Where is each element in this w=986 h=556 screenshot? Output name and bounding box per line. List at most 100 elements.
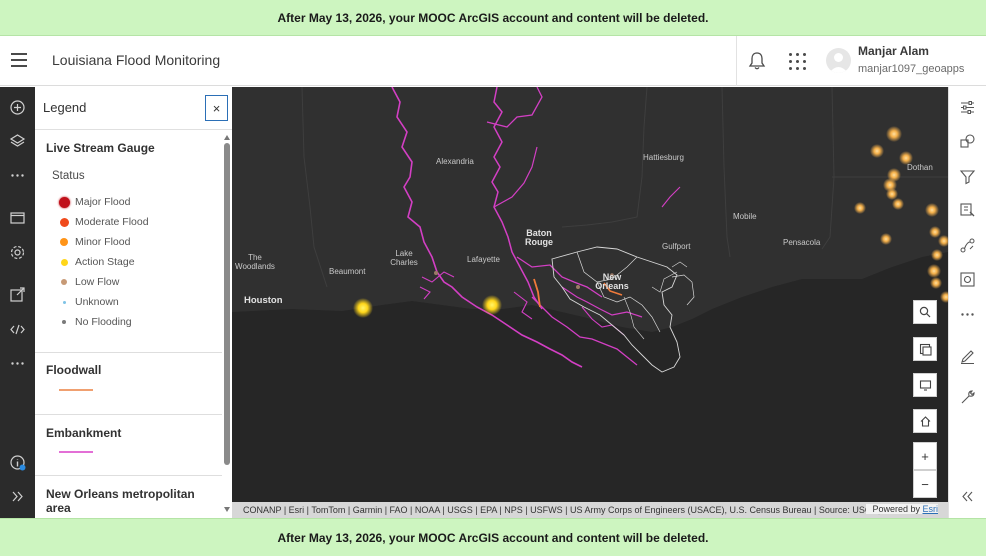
- basemap-gallery-icon: [919, 343, 932, 356]
- legend-scrollbar[interactable]: [222, 131, 232, 518]
- esri-link[interactable]: Esri: [923, 504, 939, 514]
- collapse-panel-icon[interactable]: [959, 488, 976, 505]
- fullscreen-button[interactable]: [913, 373, 937, 397]
- home-icon: [920, 415, 930, 427]
- basemap-gallery-button[interactable]: [913, 337, 937, 361]
- map-attribution: CONANP | Esri | TomTom | Garmin | FAO | …: [232, 502, 948, 518]
- layers-icon[interactable]: [9, 133, 26, 150]
- legend-header: Legend ×: [35, 87, 232, 130]
- legend-field-label: Status: [52, 170, 85, 182]
- legend-item: Low Flow: [57, 275, 119, 289]
- legend-item-label: Unknown: [75, 296, 119, 308]
- legend-section-title: Embankment: [46, 426, 122, 440]
- legend-section-title: New Orleans metropolitan area: [46, 487, 195, 515]
- legend-panel: Legend × Live Stream Gauge Status Major …: [35, 87, 232, 518]
- legend-item: Major Flood: [57, 195, 130, 209]
- map-label-the-woodlands: The Woodlands: [235, 253, 275, 271]
- legend-divider: [35, 414, 222, 415]
- avatar[interactable]: [826, 48, 851, 73]
- settings-gear-icon[interactable]: [9, 244, 26, 261]
- banner-text: After May 13, 2026, your MOOC ArcGIS acc…: [277, 10, 709, 25]
- menu-icon[interactable]: [11, 53, 27, 67]
- scroll-thumb[interactable]: [224, 143, 230, 465]
- legend-item-label: Action Stage: [75, 256, 135, 268]
- left-action-bar: [0, 87, 35, 518]
- folder-icon[interactable]: [9, 209, 26, 226]
- legend-item: No Flooding: [57, 315, 132, 329]
- legend-item: Action Stage: [57, 255, 135, 269]
- more-tools-icon[interactable]: [959, 306, 976, 323]
- no-flooding-symbol-icon: [57, 315, 71, 329]
- header-divider: [736, 36, 737, 86]
- legend-section-title: Live Stream Gauge: [46, 141, 155, 155]
- map-label-gulfport: Gulfport: [662, 242, 691, 251]
- legend-item: Unknown: [57, 295, 119, 309]
- app-header: Louisiana Flood Monitoring Manjar Alam m…: [0, 36, 986, 86]
- powered-by: Powered by Esri: [866, 504, 938, 514]
- action-stage-symbol-icon: [57, 255, 71, 269]
- basemap: [232, 87, 948, 518]
- unknown-symbol-icon: [57, 295, 71, 309]
- map-label-new-orleans: New Orleans: [595, 272, 629, 291]
- legend-item-label: No Flooding: [75, 316, 132, 328]
- map-label-lake-charles: Lake Charles: [390, 249, 418, 267]
- scroll-up-arrow-icon[interactable]: [224, 135, 230, 140]
- map-label-baton-rouge: Baton Rouge: [525, 228, 553, 247]
- scroll-down-arrow-icon[interactable]: [224, 507, 230, 512]
- screen-icon: [919, 379, 931, 391]
- close-legend-button[interactable]: ×: [205, 95, 228, 121]
- more-tools-icon[interactable]: [9, 167, 26, 184]
- legend-item-label: Major Flood: [75, 196, 131, 208]
- app-title: Louisiana Flood Monitoring: [52, 52, 221, 68]
- map-search-button[interactable]: [913, 300, 937, 324]
- legend-title: Legend: [43, 100, 87, 115]
- more-options-icon[interactable]: [9, 355, 26, 372]
- styles-shapes-icon[interactable]: [959, 133, 976, 150]
- map-label-hattiesburg: Hattiesburg: [643, 153, 684, 162]
- legend-item: Moderate Flood: [57, 215, 149, 229]
- embed-code-icon[interactable]: [9, 321, 26, 338]
- banner-text: After May 13, 2026, your MOOC ArcGIS acc…: [277, 530, 709, 545]
- pop-ups-icon[interactable]: [959, 237, 976, 254]
- sketch-pen-icon[interactable]: [959, 348, 976, 365]
- add-icon[interactable]: [9, 99, 26, 116]
- filter-icon[interactable]: [959, 168, 976, 185]
- low-flow-symbol-icon: [57, 275, 71, 289]
- app-launcher-icon[interactable]: [789, 53, 806, 70]
- configure-clustering-icon[interactable]: [959, 271, 976, 288]
- floodwall-line-symbol: [59, 389, 93, 391]
- attribution-text: CONANP | Esri | TomTom | Garmin | FAO | …: [243, 505, 904, 515]
- legend-divider: [35, 352, 222, 353]
- user-name[interactable]: Manjar Alam: [858, 44, 929, 58]
- search-icon: [919, 306, 931, 318]
- legend-section-title: Floodwall: [46, 363, 102, 377]
- zoom-in-button[interactable]: +: [913, 442, 937, 470]
- measurement-wrench-icon[interactable]: [959, 389, 976, 406]
- powered-by-label: Powered by: [872, 504, 920, 514]
- zoom-out-button[interactable]: −: [913, 470, 937, 498]
- map-label-beaumont: Beaumont: [329, 267, 366, 276]
- right-toolbar: [948, 87, 986, 518]
- legend-item-label: Minor Flood: [75, 236, 131, 248]
- legend-item-label: Low Flow: [75, 276, 120, 288]
- legend-item-label: Moderate Flood: [75, 216, 149, 228]
- expand-panel-icon[interactable]: [9, 488, 26, 505]
- map-label-alexandria: Alexandria: [436, 157, 474, 166]
- map-label-lafayette: Lafayette: [467, 255, 500, 264]
- share-icon[interactable]: [9, 286, 26, 303]
- map-label-pensacola: Pensacola: [783, 238, 821, 247]
- properties-sliders-icon[interactable]: [959, 99, 976, 116]
- legend-item: Minor Flood: [57, 235, 130, 249]
- legend-divider: [35, 475, 222, 476]
- user-id: manjar1097_geoapps: [858, 63, 965, 75]
- home-button[interactable]: [913, 409, 937, 433]
- account-deletion-banner: After May 13, 2026, your MOOC ArcGIS acc…: [0, 0, 986, 36]
- embankment-line-symbol: [59, 451, 93, 453]
- map-label-dothan: Dothan: [907, 163, 933, 172]
- map-view[interactable]: Alexandria Hattiesburg Dothan Baton Roug…: [232, 87, 948, 518]
- info-icon[interactable]: [9, 454, 26, 471]
- effects-icon[interactable]: [959, 202, 976, 219]
- map-label-mobile: Mobile: [733, 212, 757, 221]
- notifications-bell-icon[interactable]: [748, 51, 766, 71]
- account-deletion-banner-bottom: After May 13, 2026, your MOOC ArcGIS acc…: [0, 518, 986, 556]
